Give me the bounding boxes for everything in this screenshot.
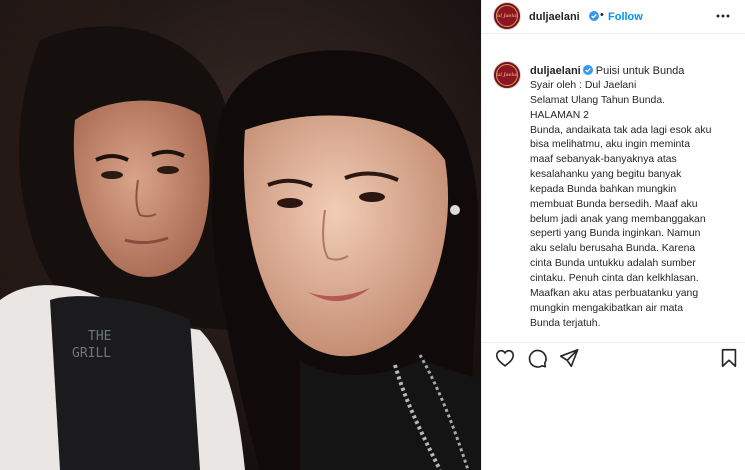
caption-line: belum jadi anak yang membanggakan [530,213,706,225]
caption-text: Syair oleh : Dul Jaelani Selamat Ulang T… [530,79,742,331]
share-button[interactable] [558,347,580,369]
author-username[interactable]: duljaelani [529,11,580,23]
caption-line: seperti yang Bunda inginkan. Namun [530,228,701,240]
author-avatar[interactable]: Dul Jaelani [493,2,521,30]
caption-line: bisa melihatmu, aku ingin meminta [530,139,690,151]
comment-button[interactable] [526,347,548,369]
caption-line: cinta Bunda untukku adalah sumber [530,258,696,270]
shirt-text-1: THE [88,329,111,344]
bookmark-icon [721,348,737,368]
heart-icon [495,349,515,367]
post-side-panel: Dul Jaelani duljaelani • Follow Dul Jael… [481,0,745,470]
caption-line: kesalahanku yang begitu banyak [530,169,682,181]
caption-line: Syair oleh : Dul Jaelani [530,80,637,91]
follow-button[interactable]: Follow [608,11,643,23]
caption-avatar[interactable]: Dul Jaelani [493,61,521,89]
caption-line: maaf sebanyak-banyaknya atas [530,154,677,166]
save-button[interactable] [718,347,740,369]
separator-dot: • [600,9,604,21]
action-bar [482,342,745,370]
caption-line: Bunda terjatuh. [530,317,601,329]
caption-line: Bunda, andaikata tak ada lagi esok aku [530,124,712,136]
photo-illustration: THE GRILL [0,0,481,470]
verified-badge-icon [589,11,599,21]
caption-line: Maafkan aku atas perbuatanku yang [530,287,699,299]
caption-line: membuat Bunda bersedih. Maaf aku [530,198,698,210]
caption-head: duljaelani Puisi untuk Bunda [530,65,684,77]
comment-icon [528,349,547,368]
like-button[interactable] [494,347,516,369]
caption-line: HALAMAN 2 [530,109,589,121]
paper-plane-icon [559,348,579,368]
verified-badge-icon [582,65,593,75]
caption-avatar-logo: Dul Jaelani [496,64,518,86]
post-photo[interactable]: THE GRILL [0,0,481,470]
caption-area: Dul Jaelani duljaelaniPuisi untuk Bunda … [482,34,745,342]
caption-line: Selamat Ulang Tahun Bunda. [530,94,665,106]
caption-username[interactable]: duljaelani [530,65,581,77]
shirt-text-2: GRILL [72,346,111,361]
post-header: Dul Jaelani duljaelani • Follow [482,0,745,34]
caption-line: mungkin mengakibatkan air mata [530,302,684,314]
caption-title: Puisi untuk Bunda [595,65,685,77]
caption-line: aku selalu berusaha Bunda. Karena [530,243,696,255]
caption-line: kepada Bunda bahkan mungkin [530,183,677,195]
more-options-icon[interactable] [715,6,731,26]
caption-line: cintaku. Penuh cinta dan kelkhlasan. [530,272,699,284]
avatar-logo: Dul Jaelani [496,5,518,27]
